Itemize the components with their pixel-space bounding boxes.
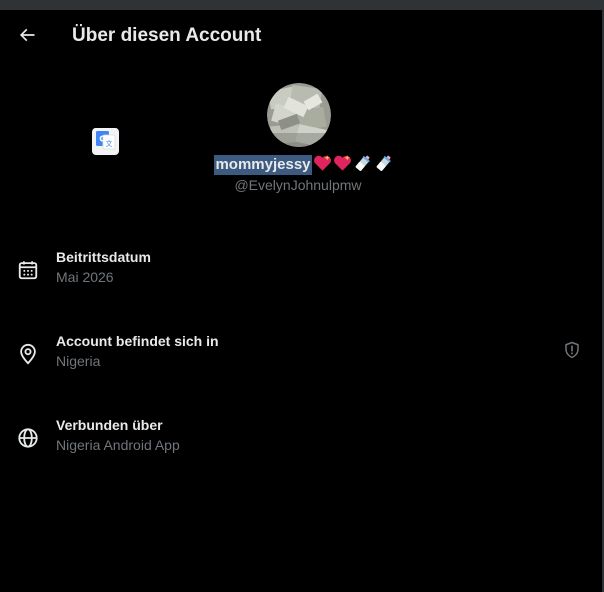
location-value: Nigeria (56, 353, 101, 369)
shield-alert-icon (563, 341, 581, 364)
connected-via-value: Nigeria Android App (56, 437, 180, 453)
back-button[interactable] (14, 24, 40, 50)
sparkling-heart-icon (313, 154, 332, 177)
info-row-join-date: Beitrittsdatum Mai 2026 (0, 249, 600, 297)
window-top-bar (0, 0, 604, 10)
name-emoji-group (313, 154, 394, 177)
about-account-page: Über diesen Account G 文 mommyjessy @Evel… (0, 0, 604, 592)
display-name-row: mommyjessy (0, 154, 600, 177)
connected-via-label: Verbunden über (56, 417, 163, 433)
baby-bottle-icon (353, 154, 373, 177)
info-row-location: Account befindet sich in Nigeria (0, 333, 600, 381)
translate-button[interactable]: G 文 (92, 128, 119, 155)
google-translate-icon: G 文 (93, 128, 118, 155)
calendar-icon (17, 259, 39, 281)
sparkling-heart-icon (333, 154, 352, 177)
location-pin-icon (17, 343, 39, 365)
baby-bottle-icon (374, 154, 394, 177)
join-date-value: Mai 2026 (56, 269, 114, 285)
page-header: Über diesen Account (0, 10, 600, 64)
location-label: Account befindet sich in (56, 333, 219, 349)
globe-icon (17, 427, 39, 449)
arrow-left-icon (17, 25, 37, 50)
info-row-connected-via: Verbunden über Nigeria Android App (0, 417, 600, 465)
user-handle: @EvelynJohnulpmw (234, 177, 362, 193)
page-title: Über diesen Account (72, 25, 262, 46)
avatar[interactable] (267, 83, 331, 147)
svg-text:文: 文 (106, 139, 113, 148)
display-name[interactable]: mommyjessy (214, 155, 312, 175)
join-date-label: Beitrittsdatum (56, 249, 151, 265)
location-info-button[interactable] (562, 341, 582, 364)
